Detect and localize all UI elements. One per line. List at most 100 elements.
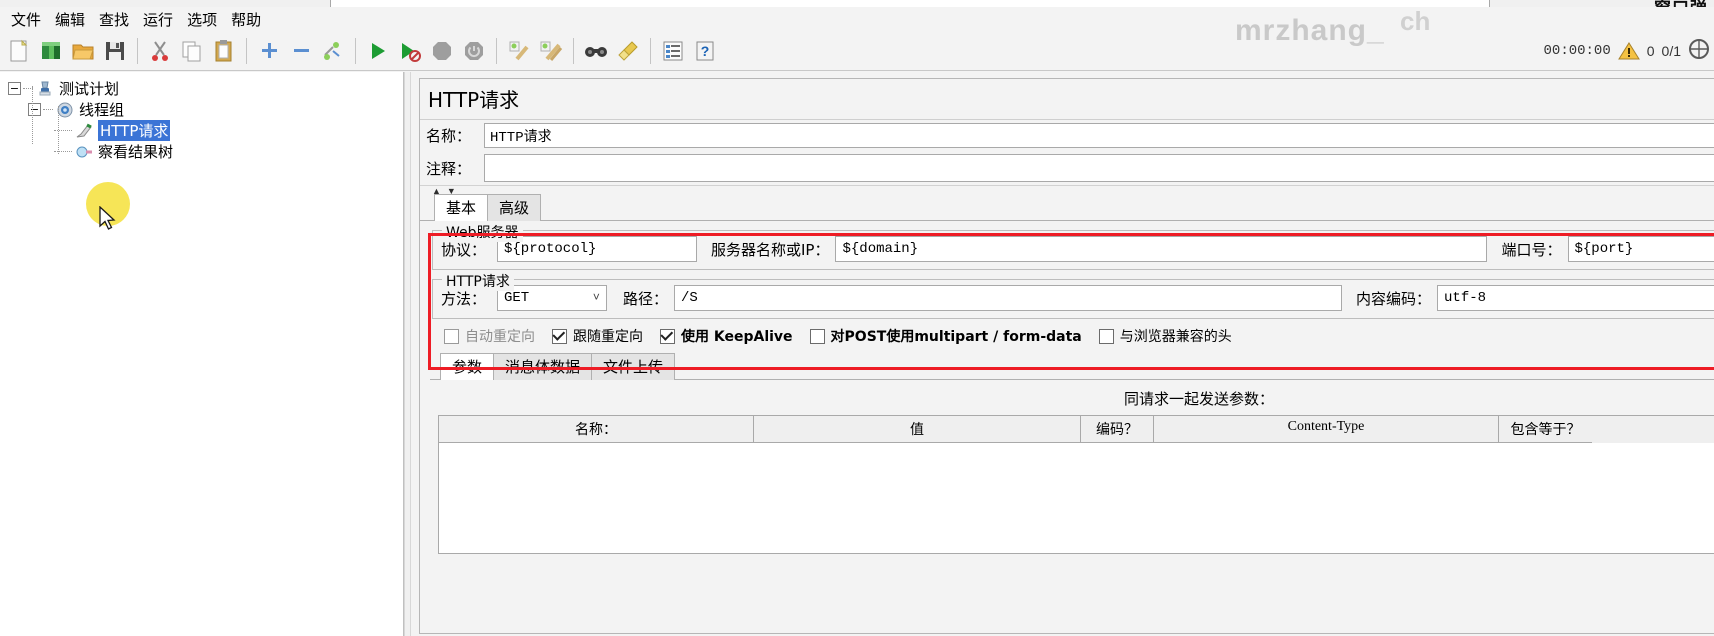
paste-icon[interactable] (208, 34, 240, 68)
toolbar-separator (573, 37, 574, 64)
active-threads: 0/1 (1661, 42, 1681, 59)
parameters-table: 名称： 值 编码？ Content-Type 包含等于？ (438, 415, 1714, 554)
jmeter-window: 窗口弹 文件 编辑 查找 运行 选项 帮助 (0, 0, 1714, 636)
table-column-include-equals[interactable]: 包含等于？ (1499, 416, 1592, 443)
start-icon[interactable] (362, 34, 394, 68)
mouse-cursor-icon (98, 205, 118, 235)
menu-edit[interactable]: 编辑 (48, 7, 92, 32)
test-plan-tree-pane: − 测试计划 − 线程组 HTTP请求 察看结果树 (0, 72, 404, 636)
save-icon[interactable] (99, 34, 131, 68)
tree-node-label: 线程组 (79, 101, 125, 119)
toolbar-separator (355, 37, 356, 64)
copy-icon[interactable] (176, 34, 208, 68)
checkbox-browser-compatible-headers[interactable]: 与浏览器兼容的头 (1098, 326, 1232, 346)
toolbar-separator (650, 37, 651, 64)
checkbox-box-icon (444, 328, 459, 344)
body-tab-strip: 参数 消息体数据 文件上传 (430, 353, 1714, 380)
menu-search[interactable]: 查找 (92, 7, 136, 32)
clear-icon[interactable] (503, 34, 535, 68)
checkbox-label: 使用 KeepAlive (681, 329, 793, 345)
main-tab-strip: 基本 高级 (420, 194, 1714, 221)
port-label: 端口号： (1501, 240, 1562, 259)
protocol-input[interactable]: ${protocol} (497, 236, 697, 262)
checkbox-box-icon (809, 328, 825, 344)
comment-input[interactable] (484, 154, 1714, 182)
port-input[interactable]: ${port} (1567, 236, 1714, 262)
tree-node-http-request[interactable]: HTTP请求 (6, 120, 403, 141)
test-plan-icon (35, 80, 55, 98)
cut-icon[interactable] (144, 34, 176, 68)
chevron-down-icon: ˅ (592, 291, 600, 305)
tree-line (54, 130, 72, 131)
start-no-pauses-icon[interactable] (394, 34, 426, 68)
path-label: 路径： (623, 289, 669, 308)
checkbox-label: 与浏览器兼容的头 (1119, 329, 1232, 345)
stop-icon[interactable] (426, 34, 458, 68)
checkbox-label: 对POST使用multipart / form-data (830, 329, 1082, 345)
warning-triangle-icon[interactable] (1617, 41, 1640, 61)
http-request-editor-pane: HTTP请求 名称： HTTP请求 注释： ▲ ▼ 基本 高级 Web服务器 协… (411, 72, 1714, 636)
http-request-row: 方法： GET ˅ 路径： /S 内容编码： utf-8 (441, 285, 1714, 311)
domain-label: 服务器名称或IP： (711, 240, 830, 259)
tree-expand-toggle-icon[interactable]: − (8, 82, 21, 95)
table-header-row: 名称： 值 编码？ Content-Type 包含等于？ (439, 416, 1714, 443)
function-helper-icon[interactable] (657, 34, 689, 68)
menu-file[interactable]: 文件 (4, 7, 48, 32)
templates-icon[interactable] (35, 34, 67, 68)
error-count: 0 (1646, 42, 1655, 59)
table-column-content-type[interactable]: Content-Type (1154, 416, 1499, 443)
new-icon[interactable] (3, 34, 35, 68)
tree-node-thread-group[interactable]: − 线程组 (6, 99, 403, 120)
pane-splitter[interactable] (404, 72, 411, 636)
checkbox-auto-redirect[interactable]: 自动重定向 (444, 326, 535, 346)
http-sampler-icon (74, 122, 94, 140)
checkbox-use-keepalive[interactable]: 使用 KeepAlive (660, 326, 793, 346)
table-body[interactable] (439, 443, 1714, 553)
http-request-group: HTTP请求 方法： GET ˅ 路径： /S 内容编码： utf-8 (432, 271, 1714, 319)
open-icon[interactable] (67, 34, 99, 68)
expand-icon[interactable] (253, 34, 285, 68)
tree-node-view-results-tree[interactable]: 察看结果树 (6, 141, 403, 162)
table-column-encode[interactable]: 编码？ (1081, 416, 1154, 443)
toolbar-separator (496, 37, 497, 64)
method-select-value: GET (504, 290, 530, 306)
tab-advanced[interactable]: 高级 (487, 194, 542, 221)
tree-expand-toggle-icon[interactable]: − (28, 103, 41, 116)
tab-parameters[interactable]: 参数 (440, 353, 495, 380)
checkbox-label: 自动重定向 (465, 329, 535, 345)
comment-label: 注释： (426, 160, 472, 178)
params-caption: 同请求一起发送参数： (1123, 390, 1274, 408)
path-input[interactable]: /S (674, 285, 1343, 311)
svg-text:?: ? (701, 43, 710, 59)
encoding-input[interactable]: utf-8 (1437, 285, 1714, 311)
domain-input[interactable]: ${domain} (835, 236, 1488, 262)
tree-line (58, 106, 59, 154)
basic-tab-body: Web服务器 协议： ${protocol} 服务器名称或IP： ${domai… (420, 222, 1714, 554)
name-input[interactable]: HTTP请求 (484, 123, 1714, 148)
toggle-icon[interactable] (317, 34, 349, 68)
tab-file-upload[interactable]: 文件上传 (591, 353, 676, 380)
elapsed-timer: 00:00:00 (1543, 42, 1611, 59)
page-title: HTTP请求 (420, 79, 1714, 120)
http-request-group-title: HTTP请求 (442, 271, 514, 291)
collapse-icon[interactable] (285, 34, 317, 68)
tree-node-test-plan[interactable]: − 测试计划 (6, 78, 403, 99)
clear-all-icon[interactable] (535, 34, 567, 68)
collapse-controls: ▲ ▼ (420, 185, 1714, 196)
name-label: 名称： (426, 127, 472, 145)
help-icon[interactable]: ? (689, 34, 721, 68)
shutdown-icon[interactable] (458, 34, 490, 68)
menu-help[interactable]: 帮助 (224, 7, 268, 32)
menu-options[interactable]: 选项 (180, 7, 224, 32)
table-column-value[interactable]: 值 (754, 416, 1081, 443)
checkbox-follow-redirects[interactable]: 跟随重定向 (552, 326, 643, 346)
search-icon[interactable] (580, 34, 612, 68)
checkbox-multipart-post[interactable]: 对POST使用multipart / form-data (809, 326, 1082, 346)
tree-line (54, 151, 72, 152)
tab-body-data[interactable]: 消息体数据 (493, 353, 593, 380)
tab-basic[interactable]: 基本 (434, 194, 489, 221)
table-column-name[interactable]: 名称： (439, 416, 754, 443)
tree-node-label: 察看结果树 (98, 143, 174, 161)
menu-run[interactable]: 运行 (136, 7, 180, 32)
search-reset-icon[interactable] (612, 34, 644, 68)
